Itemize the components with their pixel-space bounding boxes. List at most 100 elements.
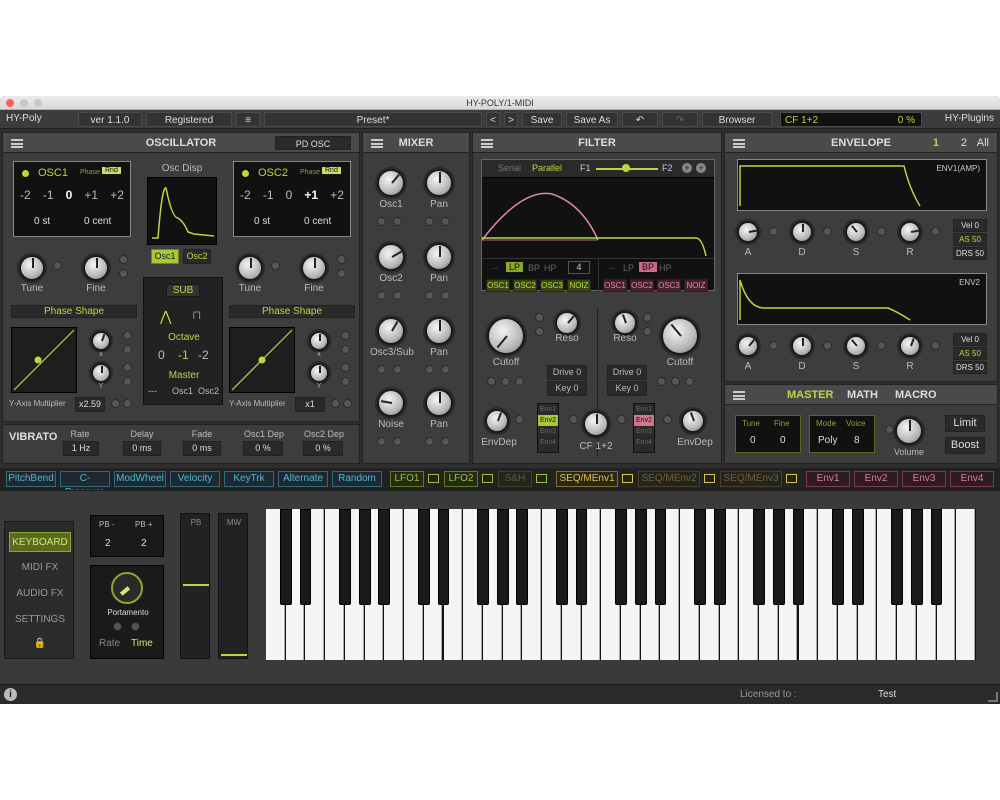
- mod-slot-dot[interactable]: [931, 341, 940, 350]
- env2-drs[interactable]: DRS 50: [953, 361, 987, 374]
- env-page-all[interactable]: All: [977, 133, 989, 153]
- mod-slot-dot[interactable]: [643, 327, 652, 336]
- modwheel[interactable]: MW: [218, 513, 248, 659]
- f1-src[interactable]: OSC1: [486, 279, 510, 292]
- redo-icon[interactable]: ↷: [662, 112, 698, 127]
- osc2-oct[interactable]: -1: [263, 188, 274, 202]
- mod-source-sh[interactable]: S&H: [498, 471, 532, 487]
- tv-icon[interactable]: [786, 474, 797, 483]
- osc2-tune-knob[interactable]: [237, 255, 263, 281]
- f2-cutoff-knob[interactable]: [661, 317, 699, 355]
- filter-menu-icon[interactable]: [481, 139, 493, 148]
- phase-shape1-editor[interactable]: [11, 327, 77, 393]
- mod-slot-dot[interactable]: [663, 415, 672, 424]
- mod-slot-dot[interactable]: [341, 345, 350, 354]
- menu-midi-fx[interactable]: MIDI FX: [9, 558, 71, 578]
- cf12-knob[interactable]: [583, 411, 609, 437]
- mod-slot-dot[interactable]: [515, 415, 524, 424]
- mode-value[interactable]: Poly: [818, 435, 837, 446]
- black-key[interactable]: [338, 509, 351, 605]
- env2-as[interactable]: AS 50: [953, 347, 987, 360]
- osc2-level-knob[interactable]: [377, 243, 405, 271]
- menu-keyboard[interactable]: KEYBOARD: [9, 532, 71, 552]
- black-key[interactable]: [634, 509, 647, 605]
- limit-button[interactable]: Limit: [945, 415, 985, 432]
- osc1-oct-selected[interactable]: 0: [66, 188, 73, 202]
- mod-slot-dot[interactable]: [393, 217, 402, 226]
- mod-slot-dot[interactable]: [617, 415, 626, 424]
- mod-slot-dot[interactable]: [657, 377, 666, 386]
- mod-slot-dot[interactable]: [111, 399, 120, 408]
- mod-source-seq1[interactable]: SEQ/MEnv1: [556, 471, 618, 487]
- mod-slot-dot[interactable]: [643, 313, 652, 322]
- mod-source-alternate[interactable]: Alternate: [278, 471, 328, 487]
- mod-source-cpressure[interactable]: C-Pressure: [60, 471, 110, 498]
- disp-osc1-button[interactable]: Osc1: [151, 249, 179, 264]
- osc1-level-knob[interactable]: [377, 169, 405, 197]
- y-mult1-value[interactable]: x2.59: [75, 397, 105, 412]
- black-key[interactable]: [832, 509, 844, 605]
- serial-button[interactable]: Serial: [498, 163, 521, 173]
- add-icon[interactable]: +: [682, 163, 692, 173]
- f2-type[interactable]: --: [609, 263, 615, 273]
- env-option[interactable]: Env1: [634, 404, 654, 415]
- sub-master-none[interactable]: ---: [148, 386, 157, 396]
- next-preset-button[interactable]: >: [504, 112, 518, 127]
- osc3-level-knob[interactable]: [377, 317, 405, 345]
- mod-slot-dot[interactable]: [331, 399, 340, 408]
- pitchbend-wheel[interactable]: PB: [180, 513, 210, 659]
- mod-slot-dot[interactable]: [377, 437, 386, 446]
- mod-slot-dot[interactable]: [569, 415, 578, 424]
- mod-source-seq3[interactable]: SEQ/MEnv3: [720, 471, 782, 487]
- sub-master-osc1[interactable]: Osc1: [172, 386, 193, 396]
- mod-slot-dot[interactable]: [271, 261, 280, 270]
- tv-icon[interactable]: [536, 474, 547, 483]
- mod-slot-dot[interactable]: [425, 437, 434, 446]
- mod-slot-dot[interactable]: [535, 327, 544, 336]
- boost-button[interactable]: Boost: [945, 437, 985, 454]
- voice-value[interactable]: 8: [854, 435, 860, 446]
- mod-source-pitchbend[interactable]: PitchBend: [6, 471, 56, 487]
- osc1-oct[interactable]: -2: [20, 188, 31, 202]
- black-key[interactable]: [358, 509, 371, 605]
- tv-icon[interactable]: [704, 474, 715, 483]
- osc2-on-icon[interactable]: [242, 170, 249, 177]
- mod-slot-dot[interactable]: [393, 291, 402, 300]
- phase-shape1-y-knob[interactable]: [91, 363, 111, 383]
- f2-type-selected[interactable]: BP: [639, 262, 658, 272]
- mod-slot-dot[interactable]: [337, 269, 346, 278]
- mod-slot-dot[interactable]: [501, 377, 510, 386]
- tv-icon[interactable]: [482, 474, 493, 483]
- osc1-on-icon[interactable]: [22, 170, 29, 177]
- env1-release-knob[interactable]: [899, 221, 921, 243]
- mod-slot-dot[interactable]: [535, 313, 544, 322]
- parallel-button[interactable]: Parallel: [532, 163, 562, 173]
- browser-button[interactable]: Browser: [702, 112, 772, 127]
- mod-slot-dot[interactable]: [123, 345, 132, 354]
- black-key[interactable]: [299, 509, 312, 605]
- osc1-cent[interactable]: 0 cent: [84, 216, 111, 227]
- env2-sustain-knob[interactable]: [845, 335, 867, 357]
- osc2-pan-knob[interactable]: [425, 243, 453, 271]
- mod-slot-dot[interactable]: [341, 363, 350, 372]
- osc2-rnd-button[interactable]: Rnd: [322, 167, 341, 174]
- black-key[interactable]: [279, 509, 292, 605]
- black-key[interactable]: [516, 509, 529, 605]
- master-tab[interactable]: MASTER: [787, 385, 833, 405]
- mod-slot-dot[interactable]: [119, 255, 128, 264]
- black-key[interactable]: [713, 509, 726, 605]
- mod-slot-dot[interactable]: [131, 622, 140, 631]
- osc1-pan-knob[interactable]: [425, 169, 453, 197]
- volume-knob[interactable]: [895, 417, 923, 445]
- black-key[interactable]: [496, 509, 509, 605]
- black-key[interactable]: [693, 509, 706, 605]
- mod-slot-dot[interactable]: [823, 227, 832, 236]
- sub-oct-selected[interactable]: -1: [178, 348, 189, 362]
- mod-slot-dot[interactable]: [425, 291, 434, 300]
- phase-shape2-y-knob[interactable]: [309, 363, 329, 383]
- osc2-semitone[interactable]: 0 st: [254, 216, 270, 227]
- lock-icon[interactable]: 🔒: [9, 634, 71, 654]
- env-option-selected[interactable]: Env2: [538, 415, 558, 426]
- mod-source-lfo2[interactable]: LFO2: [444, 471, 478, 487]
- env1-attack-knob[interactable]: [737, 221, 759, 243]
